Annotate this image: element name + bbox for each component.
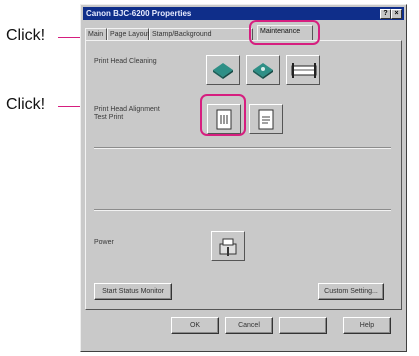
tab-main[interactable]: Main bbox=[85, 28, 107, 40]
power-off-button[interactable] bbox=[211, 231, 245, 261]
maintenance-panel: Print Head Cleaning Print Head Alignment… bbox=[85, 40, 402, 310]
title-bar: Canon BJC-6200 Properties ? × bbox=[83, 7, 404, 20]
window-title: Canon BJC-6200 Properties bbox=[86, 9, 192, 18]
tab-stamp-background[interactable]: Stamp/Background bbox=[149, 28, 253, 40]
power-label: Power bbox=[94, 239, 114, 246]
alignment-button[interactable] bbox=[207, 104, 241, 134]
click-callout-icon: Click! bbox=[6, 96, 46, 113]
apply-button[interactable] bbox=[279, 317, 327, 334]
section-divider bbox=[94, 209, 391, 211]
help-button[interactable]: Help bbox=[343, 317, 391, 334]
deep-cleaning-button[interactable] bbox=[246, 55, 280, 85]
print-head-alignment-label: Print Head Alignment bbox=[94, 106, 160, 113]
help-icon[interactable]: ? bbox=[380, 9, 391, 19]
close-icon[interactable]: × bbox=[391, 9, 402, 19]
tab-page-layout[interactable]: Page Layout bbox=[107, 28, 149, 40]
ok-button[interactable]: OK bbox=[171, 317, 219, 334]
test-print-label: Test Print bbox=[94, 114, 124, 121]
nozzle-check-button[interactable] bbox=[249, 104, 283, 134]
section-divider bbox=[94, 147, 391, 149]
printer-properties-dialog: Canon BJC-6200 Properties ? × Main Page … bbox=[80, 4, 407, 352]
tab-maintenance[interactable]: Maintenance bbox=[257, 25, 313, 40]
cancel-button[interactable]: Cancel bbox=[225, 317, 273, 334]
cleaning-button[interactable] bbox=[206, 55, 240, 85]
roller-cleaning-button[interactable] bbox=[286, 55, 320, 85]
start-status-monitor-button[interactable]: Start Status Monitor bbox=[94, 283, 172, 300]
print-head-cleaning-label: Print Head Cleaning bbox=[94, 58, 157, 65]
custom-setting-button[interactable]: Custom Setting... bbox=[318, 283, 384, 300]
click-callout-tab: Click! bbox=[6, 27, 46, 44]
